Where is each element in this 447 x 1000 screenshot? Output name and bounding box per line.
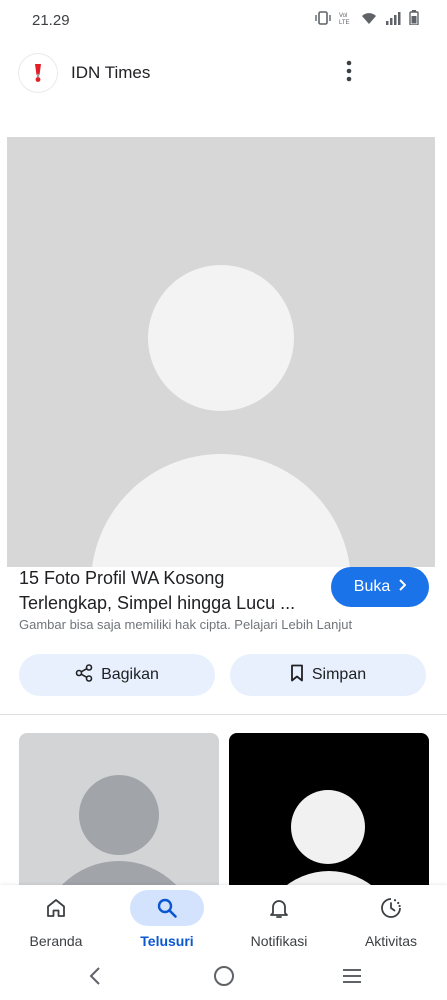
result-title[interactable]: 15 Foto Profil WA Kosong Terlengkap, Sim… — [19, 566, 319, 616]
share-button[interactable]: Bagikan — [19, 654, 215, 696]
share-button-label: Bagikan — [101, 666, 159, 683]
status-icons: Vol LTE — [315, 10, 419, 25]
avatar-body-shape — [91, 454, 351, 567]
avatar-head-shape — [291, 790, 365, 864]
section-divider — [0, 714, 447, 715]
avatar-head-shape — [148, 265, 294, 411]
nav-label: Aktivitas — [364, 933, 418, 949]
nav-item-beranda[interactable]: Beranda — [1, 885, 111, 955]
system-navigation-bar — [0, 955, 447, 1000]
back-chevron-icon — [88, 966, 102, 991]
more-vert-icon — [346, 60, 352, 87]
wifi-icon — [361, 11, 377, 25]
svg-text:Vol: Vol — [339, 13, 347, 19]
bottom-navigation: Beranda Telusuri Notifikasi Aktivitas — [0, 885, 447, 955]
nav-item-notifikasi[interactable]: Notifikasi — [224, 885, 334, 955]
nav-item-telusuri[interactable]: Telusuri — [112, 885, 222, 955]
source-header: IDN Times — [0, 46, 447, 102]
home-circle-icon — [213, 965, 235, 992]
nav-label: Telusuri — [140, 933, 194, 949]
related-image-thumbnail[interactable] — [229, 733, 429, 903]
nav-label: Notifikasi — [250, 933, 308, 949]
share-icon — [75, 663, 93, 687]
source-logo[interactable] — [19, 54, 57, 92]
home-icon — [24, 892, 88, 924]
copyright-notice[interactable]: Gambar bisa saja memiliki hak cipta. Pel… — [19, 617, 352, 632]
nav-label: Beranda — [29, 933, 83, 949]
bookmark-icon — [290, 664, 304, 687]
save-button[interactable]: Simpan — [230, 654, 426, 696]
more-options-button[interactable] — [336, 58, 362, 88]
nav-item-aktivitas[interactable]: Aktivitas — [336, 885, 446, 955]
open-button-label: Buka — [353, 578, 391, 595]
recent-apps-button[interactable] — [337, 963, 367, 993]
save-button-label: Simpan — [311, 666, 367, 683]
related-image-thumbnail[interactable] — [19, 733, 219, 903]
open-button[interactable]: Buka — [331, 567, 429, 607]
image-preview[interactable] — [7, 137, 435, 567]
status-bar: 21.29 Vol LTE — [0, 0, 447, 44]
bell-icon — [247, 892, 311, 924]
svg-text:LTE: LTE — [339, 20, 350, 25]
chevron-right-icon — [398, 578, 407, 596]
avatar-head-shape — [79, 775, 159, 855]
source-name[interactable]: IDN Times — [71, 63, 150, 83]
activity-icon — [359, 892, 423, 924]
battery-icon — [409, 10, 419, 25]
status-time: 21.29 — [32, 12, 70, 29]
back-button[interactable] — [80, 963, 110, 993]
home-button[interactable] — [209, 963, 239, 993]
recent-apps-icon — [341, 967, 363, 990]
volte-icon: Vol LTE — [339, 11, 353, 25]
vibrate-icon — [315, 10, 331, 25]
search-icon — [130, 890, 204, 926]
signal-icon — [385, 11, 401, 25]
